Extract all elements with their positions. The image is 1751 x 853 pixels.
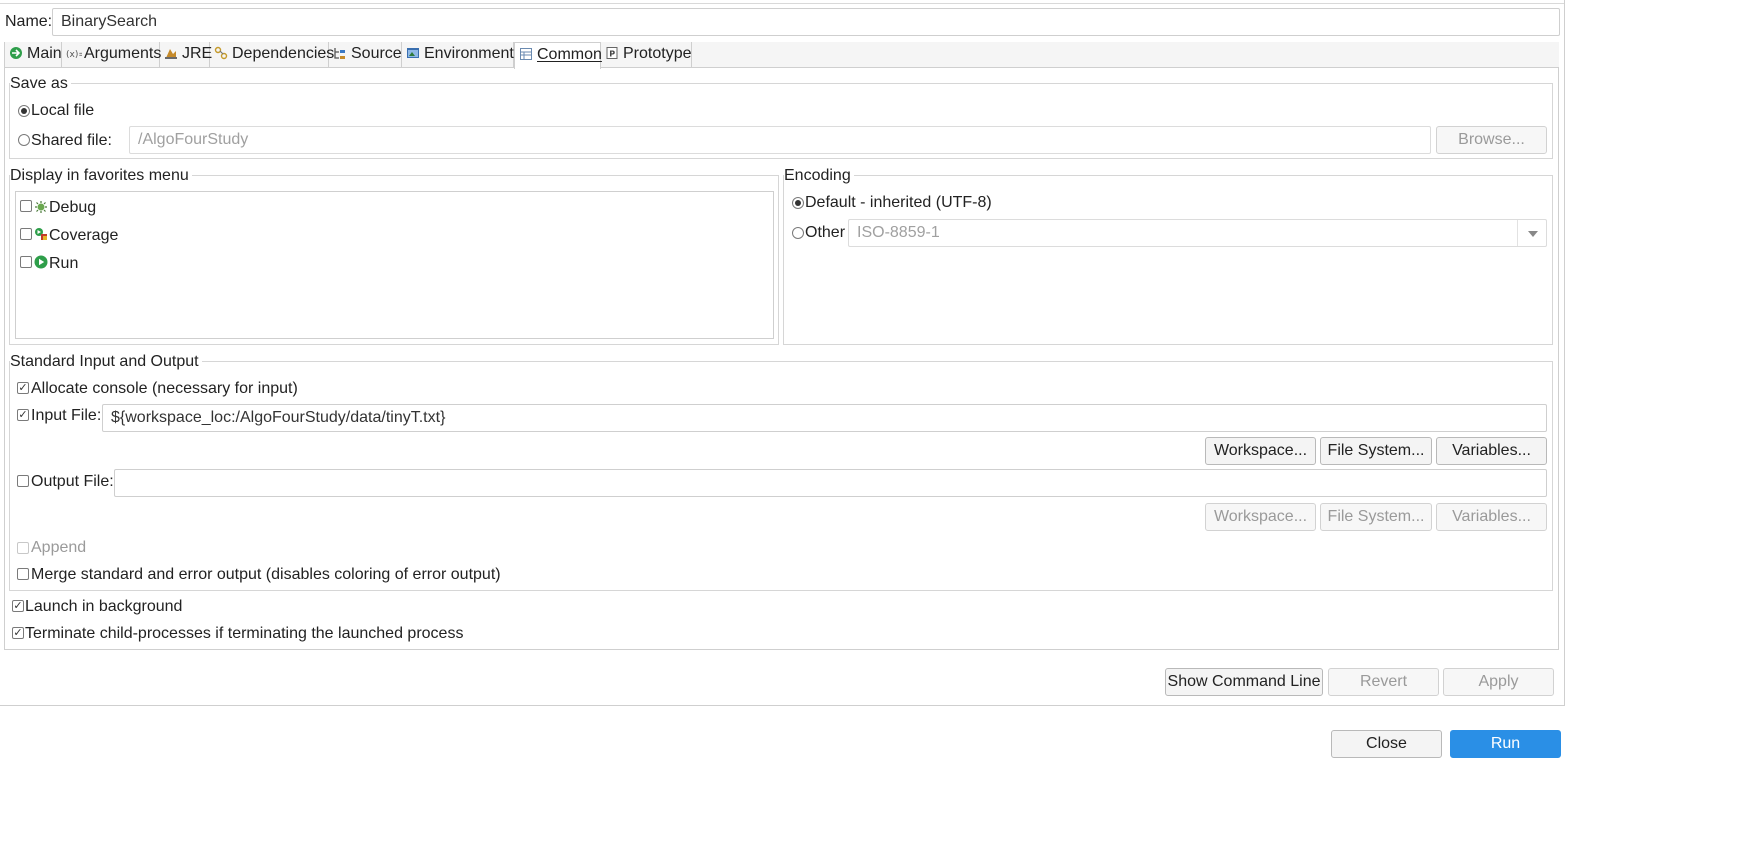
encoding-other-label: Other bbox=[805, 224, 846, 241]
tab-main[interactable]: Main bbox=[4, 42, 62, 68]
launch-background-label: Launch in background bbox=[25, 598, 183, 615]
encoding-other-radio[interactable] bbox=[792, 227, 804, 239]
tab-jre[interactable]: JRE bbox=[160, 42, 213, 68]
allocate-console-label: Allocate console (necessary for input) bbox=[31, 380, 298, 397]
favorites-run-label: Run bbox=[49, 255, 79, 272]
output-workspace-button[interactable]: Workspace... bbox=[1205, 503, 1316, 531]
favorites-run-checkbox[interactable] bbox=[20, 256, 32, 268]
run-button[interactable]: Run bbox=[1450, 730, 1561, 758]
output-file-system-button[interactable]: File System... bbox=[1320, 503, 1432, 531]
browse-button[interactable]: Browse... bbox=[1436, 126, 1547, 154]
tab-prototype-label: Prototype bbox=[623, 45, 692, 62]
main-icon bbox=[9, 44, 23, 59]
tab-main-label: Main bbox=[27, 45, 62, 62]
run-icon bbox=[34, 255, 48, 269]
encoding-other-select[interactable]: ISO-8859-1 bbox=[848, 219, 1547, 247]
tab-jre-label: JRE bbox=[182, 45, 213, 62]
svg-text:(x)=: (x)= bbox=[66, 50, 82, 60]
revert-button[interactable]: Revert bbox=[1328, 668, 1439, 696]
input-file-system-button[interactable]: File System... bbox=[1320, 437, 1432, 465]
tab-source-label: Source bbox=[351, 45, 402, 62]
tab-dependencies[interactable]: Dependencies bbox=[210, 42, 334, 68]
source-icon bbox=[333, 44, 347, 59]
allocate-console-checkbox[interactable]: ✓ bbox=[17, 382, 29, 394]
tab-common-label: Common bbox=[537, 46, 602, 63]
tab-prototype[interactable]: P Prototype bbox=[601, 42, 692, 68]
input-file-input[interactable]: ${workspace_loc:/AlgoFourStudy/data/tiny… bbox=[102, 404, 1547, 432]
shared-file-label: Shared file: bbox=[31, 132, 112, 149]
merge-output-checkbox[interactable] bbox=[17, 568, 29, 580]
coverage-icon bbox=[34, 227, 48, 241]
launch-background-checkbox[interactable]: ✓ bbox=[12, 600, 24, 612]
shared-file-radio[interactable] bbox=[18, 134, 30, 146]
name-input[interactable]: BinarySearch bbox=[52, 8, 1560, 36]
output-file-input[interactable] bbox=[114, 469, 1547, 497]
favorites-title: Display in favorites menu bbox=[10, 166, 192, 186]
list-item: Coverage bbox=[20, 226, 220, 246]
environment-icon bbox=[406, 44, 420, 58]
output-file-checkbox[interactable] bbox=[17, 475, 29, 487]
append-checkbox[interactable] bbox=[17, 542, 29, 554]
local-file-radio[interactable] bbox=[18, 105, 30, 117]
arguments-icon: (x)= bbox=[66, 44, 86, 60]
encoding-default-radio[interactable] bbox=[792, 197, 804, 209]
input-file-checkbox[interactable]: ✓ bbox=[17, 409, 29, 421]
tab-common[interactable]: Common bbox=[514, 42, 602, 69]
encoding-default-label: Default - inherited (UTF-8) bbox=[805, 194, 992, 211]
show-command-line-button[interactable]: Show Command Line bbox=[1165, 668, 1323, 696]
common-icon bbox=[519, 45, 533, 60]
list-item: Debug bbox=[20, 198, 220, 218]
input-variables-button[interactable]: Variables... bbox=[1436, 437, 1547, 465]
close-button[interactable]: Close bbox=[1331, 730, 1442, 758]
shared-file-input[interactable]: /AlgoFourStudy bbox=[129, 126, 1431, 154]
std-io-title: Standard Input and Output bbox=[10, 352, 202, 372]
tab-dependencies-label: Dependencies bbox=[232, 45, 335, 62]
select-divider bbox=[1517, 220, 1518, 246]
jre-icon bbox=[164, 44, 178, 59]
output-variables-button[interactable]: Variables... bbox=[1436, 503, 1547, 531]
output-file-label: Output File: bbox=[31, 473, 114, 490]
favorites-debug-checkbox[interactable] bbox=[20, 200, 32, 212]
append-label: Append bbox=[31, 539, 87, 556]
apply-button[interactable]: Apply bbox=[1443, 668, 1554, 696]
input-file-label: Input File: bbox=[31, 407, 102, 424]
dependencies-icon bbox=[214, 44, 228, 60]
save-as-title: Save as bbox=[10, 74, 71, 94]
tab-arguments-label: Arguments bbox=[84, 45, 162, 62]
debug-icon bbox=[34, 200, 48, 214]
dialog-right-edge bbox=[1564, 0, 1565, 706]
favorites-coverage-label: Coverage bbox=[49, 227, 119, 244]
prototype-icon: P bbox=[605, 44, 619, 59]
tab-environment[interactable]: Environment bbox=[402, 42, 514, 68]
svg-text:P: P bbox=[609, 50, 615, 59]
tab-source[interactable]: Source bbox=[329, 42, 402, 68]
encoding-title: Encoding bbox=[784, 166, 854, 186]
top-divider bbox=[0, 3, 1565, 4]
tab-environment-label: Environment bbox=[424, 45, 514, 62]
local-file-label: Local file bbox=[31, 102, 95, 119]
terminate-children-checkbox[interactable]: ✓ bbox=[12, 627, 24, 639]
name-label: Name: bbox=[5, 13, 53, 30]
favorites-coverage-checkbox[interactable] bbox=[20, 228, 32, 240]
favorites-debug-label: Debug bbox=[49, 199, 97, 216]
terminate-children-label: Terminate child-processes if terminating… bbox=[25, 625, 464, 642]
encoding-other-value: ISO-8859-1 bbox=[857, 224, 940, 241]
merge-output-label: Merge standard and error output (disable… bbox=[31, 566, 501, 583]
tab-arguments[interactable]: (x)=Arguments bbox=[62, 42, 162, 68]
chevron-down-icon bbox=[1528, 231, 1538, 237]
list-item: Run bbox=[20, 254, 220, 274]
input-workspace-button[interactable]: Workspace... bbox=[1205, 437, 1316, 465]
dialog-divider bbox=[0, 705, 1565, 706]
